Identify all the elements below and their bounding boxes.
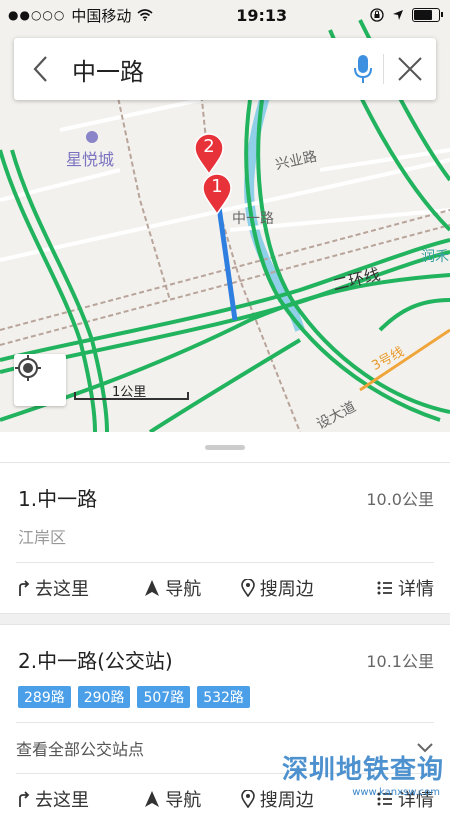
navigate-button[interactable]: 导航 bbox=[121, 575, 226, 601]
map-label-xingyuecheng: 星悦城 bbox=[66, 150, 115, 169]
navigate-label: 导航 bbox=[165, 790, 202, 811]
search-input[interactable]: 中一路 bbox=[66, 52, 343, 87]
panel-drag-handle[interactable] bbox=[0, 432, 450, 462]
result-2-distance: 10.1公里 bbox=[366, 651, 434, 671]
search-nearby-label: 搜周边 bbox=[259, 579, 314, 600]
search-bar: 中一路 bbox=[14, 38, 436, 100]
status-bar: ●●○○○ 中国移动 19:13 bbox=[0, 0, 450, 30]
microphone-icon bbox=[354, 55, 372, 83]
navigation-arrow-icon bbox=[145, 580, 160, 596]
result-1-distance: 10.0公里 bbox=[366, 489, 434, 509]
marker-2-label: 2 bbox=[203, 136, 215, 157]
details-label: 详情 bbox=[398, 579, 434, 600]
location-pin-icon bbox=[240, 579, 255, 597]
go-here-button[interactable]: 去这里 bbox=[16, 786, 121, 812]
bus-line-tag[interactable]: 532路 bbox=[197, 686, 250, 708]
bus-line-tag[interactable]: 507路 bbox=[137, 686, 191, 708]
navigation-arrow-icon bbox=[145, 791, 160, 807]
location-arrow-icon bbox=[393, 10, 403, 20]
result-1-title[interactable]: 1.中一路 bbox=[18, 483, 97, 512]
route-turn-icon bbox=[19, 580, 30, 596]
map-label-runhe: 润禾 bbox=[421, 249, 449, 265]
close-icon bbox=[398, 57, 422, 81]
watermark-url: www.kanxsw.com bbox=[352, 787, 440, 798]
navigate-label: 导航 bbox=[165, 579, 202, 600]
drag-handle-bar bbox=[205, 444, 245, 450]
crosshair-icon bbox=[15, 355, 41, 381]
carrier-name: 中国移动 bbox=[71, 6, 132, 25]
locate-button[interactable] bbox=[14, 354, 66, 406]
chevron-left-icon bbox=[33, 56, 47, 82]
voice-search-button[interactable] bbox=[343, 38, 383, 100]
marker-1-label: 1 bbox=[211, 176, 223, 197]
go-here-label: 去这里 bbox=[35, 790, 89, 811]
go-here-button[interactable]: 去这里 bbox=[16, 575, 121, 601]
wifi-icon bbox=[137, 9, 153, 21]
back-button[interactable] bbox=[14, 38, 66, 100]
battery-icon bbox=[412, 8, 443, 22]
search-nearby-label: 搜周边 bbox=[259, 790, 314, 811]
search-nearby-button[interactable]: 搜周边 bbox=[225, 575, 330, 601]
card-gap bbox=[0, 613, 450, 625]
result-2-title[interactable]: 2.中一路(公交站) bbox=[18, 645, 173, 674]
bus-line-tags: 289路 290路 507路 532路 bbox=[0, 674, 450, 722]
signal-icon: ●●○○○ bbox=[8, 8, 66, 22]
location-pin-icon bbox=[240, 790, 255, 808]
bus-line-tag[interactable]: 289路 bbox=[18, 686, 71, 708]
clear-search-button[interactable] bbox=[384, 38, 436, 100]
details-button[interactable]: 详情 bbox=[330, 575, 434, 601]
result-1-actions: 去这里 导航 搜周边 详情 bbox=[16, 562, 434, 613]
result-card-1[interactable]: 1.中一路 10.0公里 江岸区 去这里 导航 搜周边 详情 bbox=[0, 463, 450, 613]
result-1-district: 江岸区 bbox=[18, 528, 67, 547]
navigate-button[interactable]: 导航 bbox=[121, 786, 226, 812]
clock: 19:13 bbox=[236, 5, 288, 25]
view-all-stops-label: 查看全部公交站点 bbox=[16, 740, 145, 759]
watermark-text: 深圳地铁查询 bbox=[281, 755, 444, 785]
map-marker-2[interactable]: 2 bbox=[193, 132, 225, 176]
route-turn-icon bbox=[19, 791, 30, 807]
scale-bar bbox=[74, 392, 189, 400]
orientation-lock-icon bbox=[370, 8, 384, 22]
map-marker-1[interactable]: 1 bbox=[201, 172, 233, 216]
results-panel: 1.中一路 10.0公里 江岸区 去这里 导航 搜周边 详情 2.中一路(公交站… bbox=[0, 432, 450, 824]
map-label-zhongyi-road: 中一路 bbox=[232, 211, 274, 227]
map-scale: 1公里 bbox=[74, 380, 189, 404]
list-icon bbox=[377, 581, 392, 595]
bus-line-tag[interactable]: 290路 bbox=[77, 686, 131, 708]
search-nearby-button[interactable]: 搜周边 bbox=[225, 786, 330, 812]
go-here-label: 去这里 bbox=[35, 579, 89, 600]
